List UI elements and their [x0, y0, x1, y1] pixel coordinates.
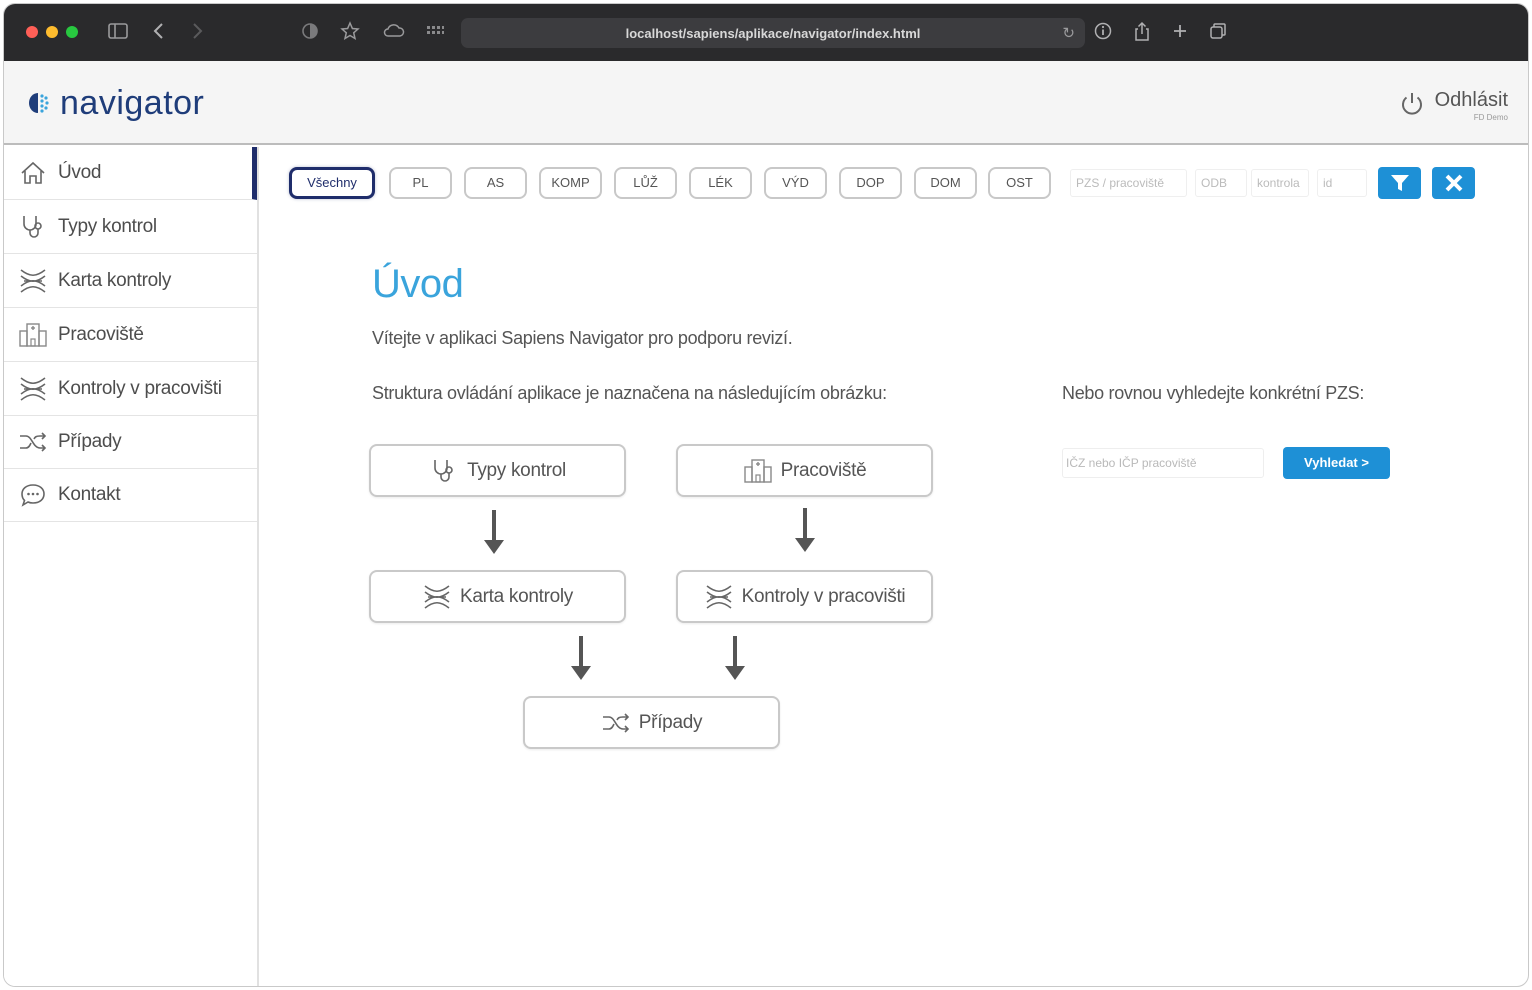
stethoscope-icon — [429, 457, 459, 485]
search-button[interactable]: Vyhledat > — [1283, 447, 1390, 479]
sidebar-item-label: Úvod — [58, 162, 102, 183]
zoom-window-button[interactable] — [66, 26, 78, 38]
arrow-down-icon — [484, 510, 504, 554]
sidebar-item-label: Karta kontroly — [58, 270, 172, 291]
app-header: navigator Odhlásit FD Demo — [4, 61, 1528, 145]
sidebar-item-pripady[interactable]: Případy — [4, 416, 257, 469]
minimize-window-button[interactable] — [46, 26, 58, 38]
arrow-down-icon — [795, 508, 815, 552]
sidebar-item-typy-kontrol[interactable]: Typy kontrol — [4, 201, 257, 254]
diagram-typy-kontrol[interactable]: Typy kontrol — [369, 444, 626, 497]
logo[interactable]: navigator — [24, 83, 204, 123]
logo-text: navigator — [60, 83, 205, 122]
filter-icon — [1390, 175, 1409, 191]
filter-chip-ost[interactable]: OST — [988, 167, 1051, 199]
reload-icon[interactable]: ↻ — [1062, 24, 1075, 42]
info-icon[interactable] — [1093, 21, 1115, 43]
sidebar-item-label: Případy — [58, 431, 122, 452]
forward-icon[interactable] — [190, 21, 210, 43]
diagram-pracoviste[interactable]: Pracoviště — [676, 444, 933, 497]
sidebar-toggle-icon[interactable] — [107, 21, 131, 43]
sidebar-item-kontakt[interactable]: Kontakt — [4, 469, 257, 522]
chat-icon — [18, 481, 48, 509]
stethoscope-icon — [18, 213, 48, 241]
sidebar-item-karta-kontroly[interactable]: Karta kontroly — [4, 255, 257, 308]
dna-icon — [422, 583, 452, 611]
sidebar-item-kontroly-v-pracovisti[interactable]: Kontroly v pracovišti — [4, 363, 257, 416]
structure-text: Struktura ovládání aplikace je naznačena… — [372, 383, 887, 403]
filter-chip-lek[interactable]: LÉK — [689, 167, 752, 199]
diagram-label: Karta kontroly — [459, 585, 574, 607]
shuffle-icon — [18, 428, 48, 456]
filter-chip-dop[interactable]: DOP — [839, 167, 902, 199]
diagram-pripady[interactable]: Případy — [523, 696, 780, 749]
search-label: Nebo rovnou vyhledejte konkrétní PZS: — [1062, 383, 1365, 403]
filter-chip-pl[interactable]: PL — [389, 167, 452, 199]
dna-icon — [704, 583, 734, 611]
diagram-label: Případy — [638, 711, 703, 733]
cloud-icon[interactable] — [382, 21, 406, 43]
apply-filter-button[interactable] — [1378, 167, 1421, 199]
power-icon — [1401, 93, 1422, 115]
logout-button[interactable]: Odhlásit FD Demo — [1397, 89, 1508, 122]
clear-filter-button[interactable] — [1432, 167, 1475, 199]
sidebar-item-label: Pracoviště — [58, 324, 144, 345]
building-icon — [743, 457, 773, 485]
filter-chip-vyd[interactable]: VÝD — [764, 167, 827, 199]
new-tab-icon[interactable] — [1170, 21, 1192, 43]
odb-filter-input[interactable]: ODB — [1195, 169, 1247, 197]
filter-chip-luz[interactable]: LŮŽ — [614, 167, 677, 199]
building-icon — [18, 321, 48, 349]
brain-logo-icon — [29, 93, 49, 113]
filter-chip-vsechny[interactable]: Všechny — [289, 167, 375, 199]
grid-icon[interactable] — [424, 21, 448, 43]
shuffle-icon — [601, 709, 631, 737]
logout-label: Odhlásit — [1434, 89, 1508, 111]
filter-chip-dom[interactable]: DOM — [914, 167, 977, 199]
arrow-down-icon — [571, 636, 591, 680]
arrow-down-icon — [725, 636, 745, 680]
browser-window: localhost/sapiens/aplikace/navigator/ind… — [3, 3, 1529, 987]
address-bar[interactable]: localhost/sapiens/aplikace/navigator/ind… — [461, 18, 1085, 48]
dna-icon — [18, 375, 48, 403]
diagram-label: Kontroly v pracovišti — [741, 585, 906, 607]
diagram-karta-kontroly[interactable]: Karta kontroly — [369, 570, 626, 623]
page-title: Úvod — [372, 262, 464, 306]
sidebar-item-label: Typy kontrol — [58, 216, 157, 237]
shield-icon[interactable] — [300, 21, 322, 43]
back-icon[interactable] — [152, 21, 172, 43]
filter-chip-as[interactable]: AS — [464, 167, 527, 199]
sidebar-item-label: Kontakt — [58, 484, 121, 505]
share-icon[interactable] — [1132, 21, 1154, 43]
id-filter-input[interactable]: id — [1317, 169, 1367, 197]
diagram-label: Pracoviště — [780, 459, 867, 481]
bookmark-star-icon[interactable] — [340, 21, 362, 43]
sidebar-item-pracoviste[interactable]: Pracoviště — [4, 309, 257, 362]
sidebar-item-label: Kontroly v pracovišti — [58, 378, 222, 399]
close-window-button[interactable] — [26, 26, 38, 38]
logout-user: FD Demo — [1473, 113, 1508, 122]
home-icon — [18, 159, 48, 187]
tab-overview-icon[interactable] — [1208, 21, 1230, 43]
diagram-kontroly-v-pracovisti[interactable]: Kontroly v pracovišti — [676, 570, 933, 623]
sidebar-item-uvod[interactable]: Úvod — [4, 147, 257, 200]
dna-icon — [18, 267, 48, 295]
pzs-search-input[interactable]: IČZ nebo IČP pracoviště — [1062, 448, 1264, 478]
diagram-label: Typy kontrol — [467, 459, 566, 481]
close-icon — [1445, 174, 1462, 192]
sidebar: Úvod Typy kontrol Karta kontroly Pracovi… — [4, 147, 259, 986]
kontrola-filter-input[interactable]: kontrola — [1251, 169, 1309, 197]
browser-titlebar: localhost/sapiens/aplikace/navigator/ind… — [4, 4, 1528, 61]
address-url: localhost/sapiens/aplikace/navigator/ind… — [625, 26, 921, 41]
pzs-filter-input[interactable]: PZS / pracoviště — [1070, 169, 1187, 197]
filter-chip-komp[interactable]: KOMP — [539, 167, 602, 199]
welcome-text: Vítejte v aplikaci Sapiens Navigator pro… — [372, 328, 793, 348]
